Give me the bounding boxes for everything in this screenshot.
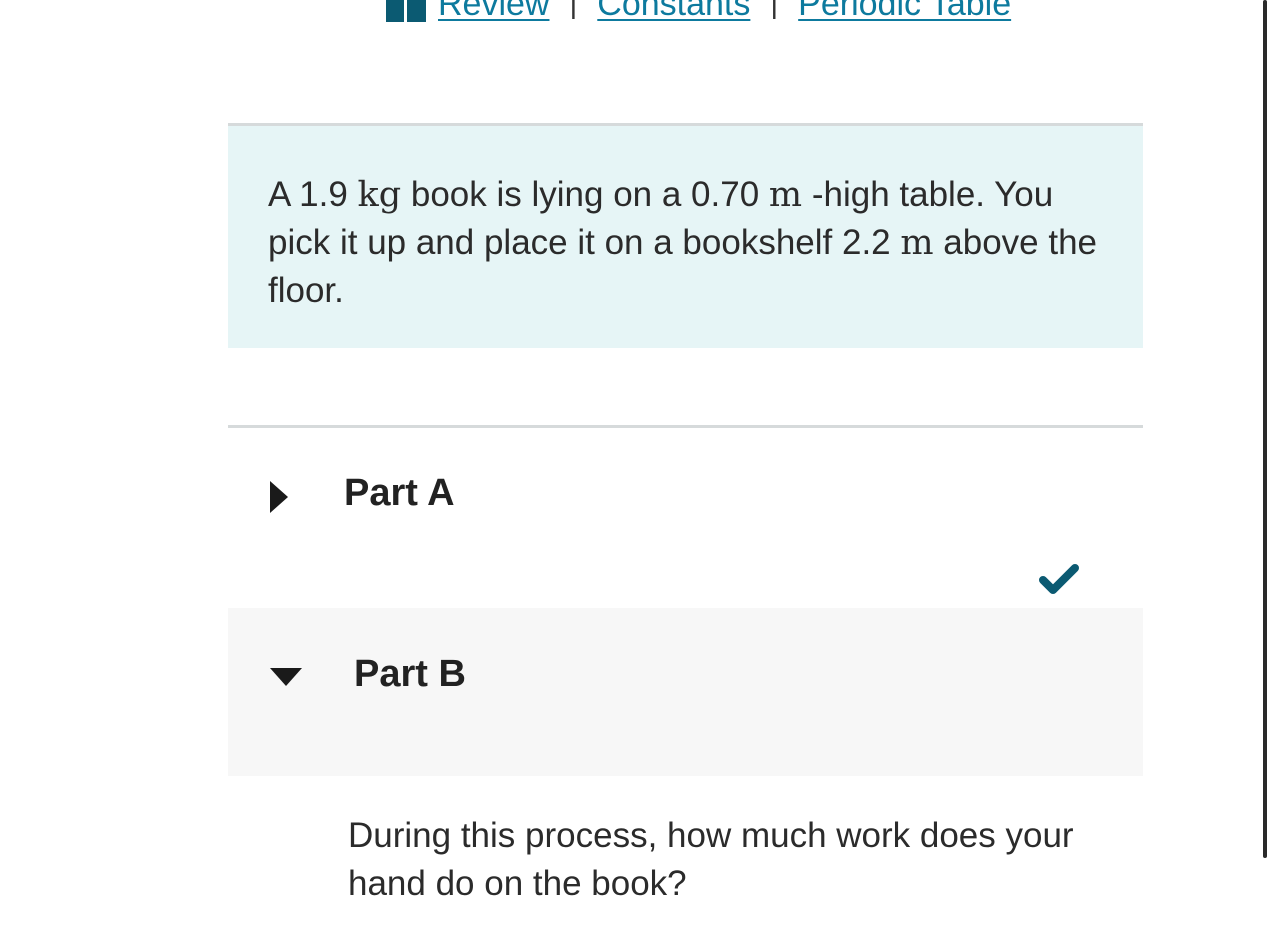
- page: Review | Constants | Periodic Table A 1.…: [0, 0, 1267, 943]
- part-a-title: Part A: [344, 472, 455, 514]
- checkmark-icon: [1038, 562, 1080, 598]
- resource-links: Review | Constants | Periodic Table: [386, 0, 1011, 24]
- unit-kg: kg: [357, 175, 402, 215]
- caret-down-icon[interactable]: [270, 668, 302, 686]
- unit-m: m: [768, 175, 803, 215]
- periodic-table-link[interactable]: Periodic Table: [798, 0, 1011, 24]
- part-b-question: During this process, how much work does …: [348, 816, 1074, 903]
- review-link[interactable]: Review: [438, 0, 549, 24]
- caret-right-icon[interactable]: [270, 481, 288, 513]
- link-separator: |: [569, 0, 578, 20]
- scrollbar[interactable]: [1263, 0, 1267, 858]
- constants-link[interactable]: Constants: [597, 0, 750, 24]
- intro-text-2: book is lying on a 0.70: [401, 175, 769, 214]
- part-b-title: Part B: [354, 653, 466, 695]
- part-b-header[interactable]: Part B: [228, 608, 1143, 776]
- unit-m: m: [900, 223, 934, 263]
- part-a-header[interactable]: Part A: [228, 428, 1143, 608]
- book-icon: [386, 0, 426, 22]
- link-separator: |: [770, 0, 779, 20]
- intro-text-1: A 1.9: [268, 175, 358, 214]
- problem-intro: A 1.9 kg book is lying on a 0.70 m -high…: [228, 123, 1143, 348]
- problem-statement: A 1.9 kg book is lying on a 0.70 m -high…: [268, 171, 1113, 315]
